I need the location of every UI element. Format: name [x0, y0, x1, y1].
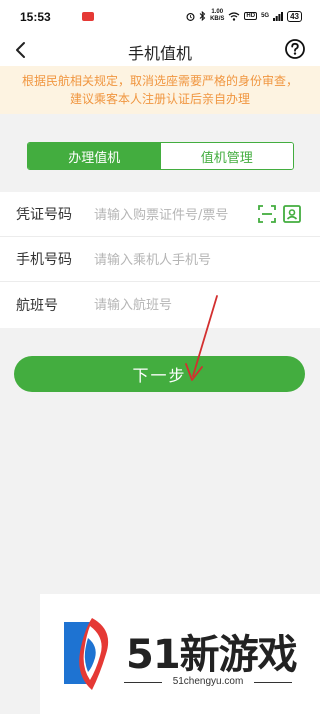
- next-step-button[interactable]: 下一步: [14, 356, 305, 392]
- alarm-icon: [186, 12, 195, 21]
- signal-label: 5G: [261, 13, 270, 19]
- id-card-icon[interactable]: [283, 205, 301, 223]
- pointer-arrow: [185, 295, 218, 381]
- divider: [254, 682, 292, 683]
- id-label: 凭证号码: [16, 207, 72, 223]
- form-row-id: 凭证号码: [0, 192, 320, 237]
- status-bar: 15:53 1.00 KB/S HD 5G 43: [0, 0, 320, 34]
- page-title: 手机值机: [127, 44, 192, 63]
- form-row-flight: 航班号: [0, 282, 320, 327]
- scan-icon[interactable]: [258, 205, 276, 223]
- brand-name: 51新游戏: [126, 632, 298, 678]
- tab-check-in[interactable]: 办理值机: [28, 143, 161, 169]
- bluetooth-icon: [199, 11, 206, 21]
- status-time: 15:53: [20, 10, 51, 24]
- help-icon[interactable]: [284, 38, 306, 60]
- status-indicators: 1.00 KB/S HD 5G 43: [186, 9, 302, 23]
- notification-icon: [82, 12, 94, 21]
- hd-badge: HD: [244, 12, 258, 20]
- id-input[interactable]: [94, 200, 254, 230]
- brand-logo: [64, 618, 109, 690]
- form-row-phone: 手机号码: [0, 237, 320, 282]
- wifi-icon: [229, 11, 240, 21]
- nav-bar: 手机值机: [0, 34, 320, 66]
- phone-label: 手机号码: [16, 252, 72, 268]
- battery-indicator: 43: [287, 10, 302, 22]
- tab-check-in-management[interactable]: 值机管理: [160, 143, 293, 169]
- speed-unit: KB/S: [210, 16, 225, 22]
- flight-label: 航班号: [16, 297, 58, 314]
- notice-line-1: 根据民航相关规定，取消选座需要严格的身份审查，: [21, 74, 298, 88]
- notice-line-2: 建议乘客本人注册认证后亲自办理: [69, 92, 250, 106]
- watermark: 51新游戏 51chengyu.com: [40, 594, 320, 714]
- segmented-tabs: 办理值机 值机管理: [27, 142, 294, 170]
- phone-input[interactable]: [94, 245, 304, 275]
- check-in-form: 凭证号码 手机号码 航班号: [0, 192, 320, 328]
- speed-value: 1.00: [211, 9, 224, 15]
- network-speed: 1.00 KB/S: [210, 9, 224, 23]
- tabs-section: 办理值机 值机管理: [0, 114, 320, 192]
- signal-icon: [273, 11, 284, 21]
- notice-banner: 根据民航相关规定，取消选座需要严格的身份审查， 建议乘客本人注册认证后亲自办理: [0, 66, 320, 114]
